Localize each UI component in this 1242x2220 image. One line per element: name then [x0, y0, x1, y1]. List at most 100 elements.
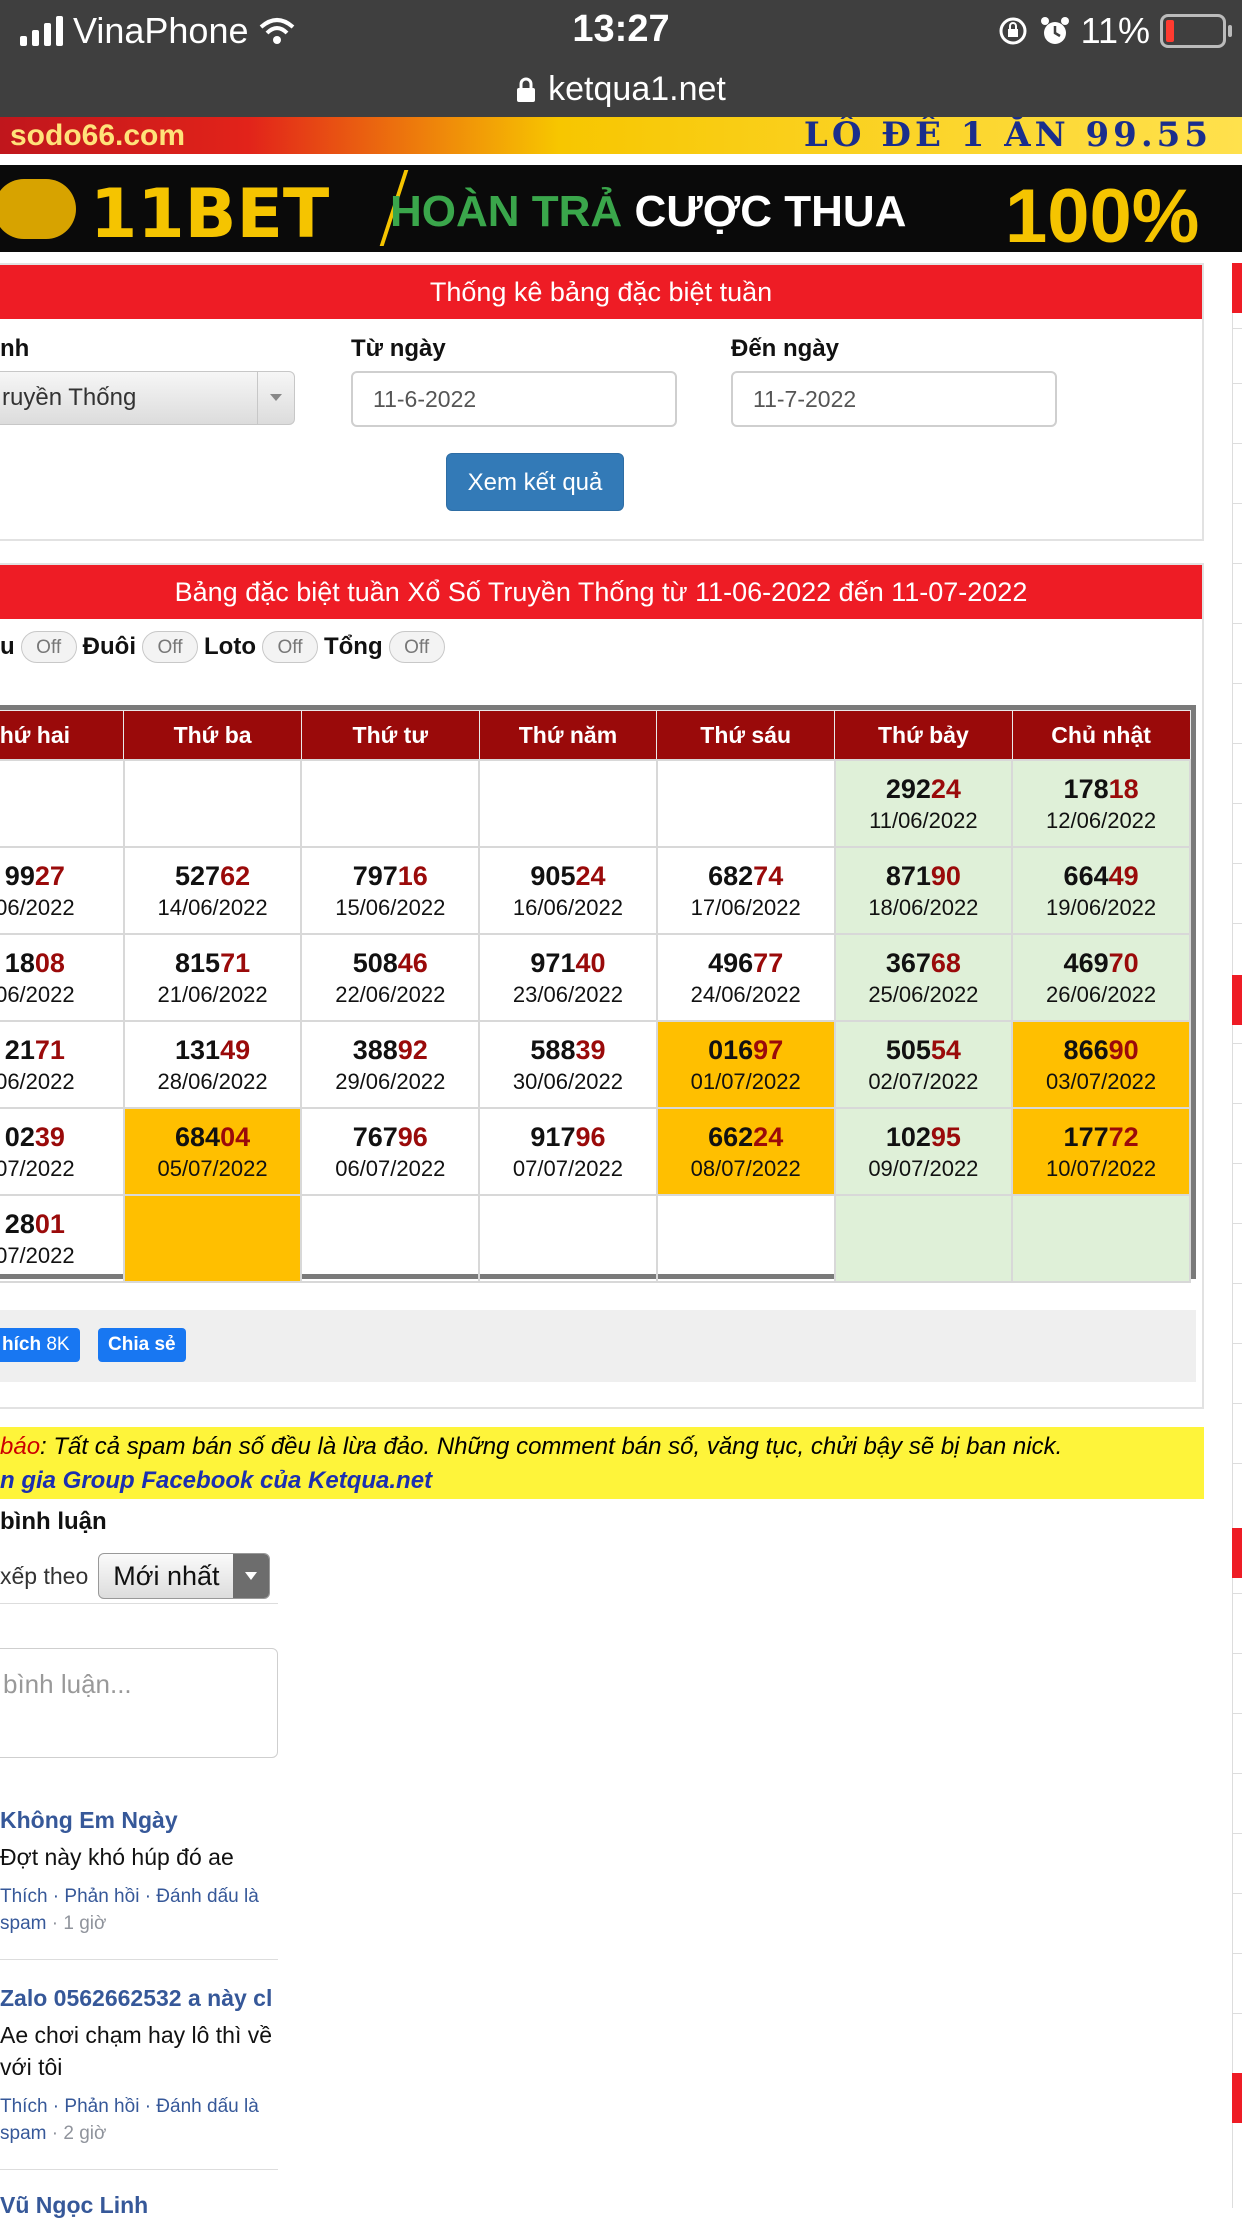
result-cell: 17772 10/07/2022	[1011, 1107, 1191, 1196]
result-number-head: 102	[885, 1121, 931, 1152]
result-number-head: 505	[885, 1034, 931, 1065]
comment-action-spam[interactable]: spam	[0, 2123, 46, 2144]
result-cell: 52762 14/06/2022	[122, 846, 303, 935]
like-label: hích	[2, 1334, 42, 1355]
result-number-head: 871	[885, 860, 931, 891]
result-number-tail: 96	[575, 1121, 606, 1152]
result-date: 02/07/2022	[868, 1068, 979, 1094]
battery-percent: 11%	[1080, 10, 1150, 51]
result-number-tail: 71	[34, 1034, 65, 1065]
ad-banner-sodo[interactable]: sodo66.com LÔ ĐỀ 1 ĂN 99.55	[0, 117, 1242, 154]
result-cell: 9927 06/2022	[0, 846, 125, 935]
result-number-tail: 62	[220, 860, 251, 891]
results-table: hứ hai Thứ ba Thứ tư Thứ năm Thứ sáu Thứ bảy C…	[0, 710, 1191, 1283]
result-number: 2801	[0, 1207, 123, 1241]
ad-banner-11bet[interactable]: 11BET HOÀN TRẢ CƯỢC THUA 100%	[0, 165, 1242, 252]
result-number-head: 815	[175, 947, 221, 978]
ad-tagline-green: HOÀN TRẢ	[390, 187, 623, 236]
result-number-head: 905	[530, 860, 576, 891]
comments-sort: xếp theo Mới nhất	[0, 1553, 271, 1599]
alarm-icon	[1040, 17, 1069, 44]
ad-banner-sodo-left: sodo66.com	[10, 119, 186, 152]
result-cell	[0, 759, 125, 848]
result-cell: 79716 15/06/2022	[300, 846, 481, 935]
filter-panel: Thống kê bảng đặc biệt tuần nh ruyền Thố…	[0, 263, 1204, 541]
result-number-tail: 70	[1108, 947, 1139, 978]
result-date: 22/06/2022	[335, 981, 446, 1007]
result-cell	[300, 759, 481, 848]
comment-item: Zalo 0562662532 a này cl Ae chơi chạm ha…	[0, 1983, 278, 2170]
facebook-group-link[interactable]: n gia Group Facebook của Ketqua.net	[0, 1467, 432, 1494]
result-cell: 13149 28/06/2022	[122, 1020, 303, 1109]
toggle-tail-switch[interactable]: Off	[142, 631, 198, 663]
result-number-tail: 39	[575, 1034, 606, 1065]
url-text[interactable]: ketqua1.net	[548, 70, 726, 109]
column-header: hứ hai	[0, 710, 125, 761]
result-cell: 66449 19/06/2022	[1011, 846, 1191, 935]
toggle-loto-switch[interactable]: Off	[261, 631, 318, 663]
result-number: 90524	[480, 859, 656, 893]
result-number-head: 02	[4, 1121, 35, 1152]
result-number-head: 917	[530, 1121, 576, 1152]
result-cell	[122, 759, 303, 848]
filter-panel-header: Thống kê bảng đặc biệt tuần	[0, 265, 1202, 319]
result-number-tail: 46	[397, 947, 428, 978]
view-results-button[interactable]: Xem kết quả	[446, 453, 624, 511]
comment-author[interactable]: Vũ Ngọc Linh	[0, 2190, 278, 2220]
result-date: 24/06/2022	[690, 981, 801, 1007]
special-results-grid: hứ hai Thứ ba Thứ tư Thứ năm Thứ sáu Thứ bảy C…	[0, 705, 1196, 1283]
province-select[interactable]: ruyền Thống	[0, 371, 295, 425]
toggle-sum-switch[interactable]: Off	[388, 631, 445, 663]
column-header: Thứ tư	[300, 710, 480, 761]
result-date: 06/2022	[0, 981, 75, 1007]
column-header: Thứ sáu	[656, 710, 836, 761]
divider	[0, 1959, 278, 1960]
result-date: 16/06/2022	[512, 894, 624, 920]
lock-icon	[517, 77, 536, 102]
result-number: 17818	[1013, 772, 1189, 806]
from-date-input[interactable]: 11-6-2022	[351, 371, 677, 427]
result-number-tail: 24	[753, 1121, 784, 1152]
comment-author[interactable]: Zalo 0562662532 a này cl	[0, 1983, 278, 2013]
result-number: 58839	[480, 1033, 656, 1067]
result-number: 76796	[302, 1120, 478, 1154]
result-number-head: 292	[885, 773, 931, 804]
browser-url-bar[interactable]: ketqua1.net	[0, 62, 1242, 117]
result-cell: 2801 07/2022	[0, 1194, 125, 1283]
facebook-like-button[interactable]: hích 8K	[0, 1328, 80, 1362]
rotation-lock-icon	[999, 17, 1027, 45]
toggle-head-switch[interactable]: Off	[20, 631, 77, 663]
result-cell: 91796 07/07/2022	[478, 1107, 658, 1196]
result-date: 23/06/2022	[512, 981, 624, 1007]
facebook-share-button[interactable]: Chia sẻ	[98, 1328, 186, 1362]
result-number-tail: 40	[575, 947, 606, 978]
comment-author[interactable]: Không Em Ngày	[0, 1805, 278, 1835]
comment-action-spam[interactable]: spam	[0, 1913, 46, 1934]
result-number: 36768	[836, 946, 1012, 980]
result-number-tail: 16	[397, 860, 428, 891]
result-date: 07/2022	[0, 1242, 75, 1268]
comment-action-links[interactable]: Thích · Phản hồi · Đánh dấu là	[0, 1886, 259, 1907]
comment-time: · 2 giờ	[46, 2123, 107, 2144]
comment-actions: Thích · Phản hồi · Đánh dấu là spam · 1 …	[0, 1883, 278, 1937]
comment-item: Không Em Ngày Đợt này khó húp đó ae Thíc…	[0, 1805, 278, 1960]
toggle-tail-label: Đuôi	[82, 633, 136, 660]
status-bar: VinaPhone 13:27 11%	[0, 0, 1242, 62]
result-cell	[478, 759, 658, 848]
sort-select[interactable]: Mới nhất	[98, 1553, 271, 1599]
result-number-head: 178	[1063, 773, 1109, 804]
to-date-input[interactable]: 11-7-2022	[731, 371, 1057, 427]
comment-action-links[interactable]: Thích · Phản hồi · Đánh dấu là	[0, 2096, 259, 2117]
result-number-head: 21	[4, 1034, 35, 1065]
result-number: 87190	[836, 859, 1012, 893]
result-number: 46970	[1013, 946, 1189, 980]
result-cell: 29224 11/06/2022	[833, 759, 1014, 848]
result-number: 81571	[125, 946, 301, 980]
result-cell: 66224 08/07/2022	[655, 1107, 836, 1196]
result-number-tail: 95	[930, 1121, 961, 1152]
result-number-head: 388	[352, 1034, 398, 1065]
result-cell: 46970 26/06/2022	[1011, 933, 1191, 1022]
toggle-bar: u Off Đuôi Off Loto Off Tổng Off	[0, 627, 451, 667]
table-row: 1808 06/2022 81571 21/06/2022 50846 22/06/202…	[0, 933, 1191, 1022]
comment-input[interactable]: bình luận...	[0, 1648, 278, 1758]
